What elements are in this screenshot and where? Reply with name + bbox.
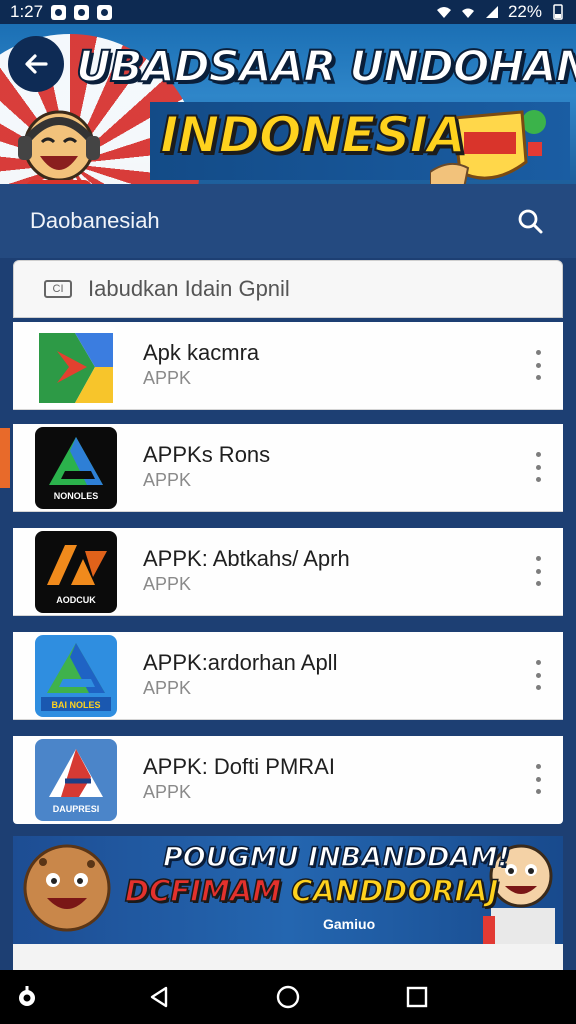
page-title: Daobanesiah bbox=[30, 208, 160, 233]
battery-level: 22% bbox=[507, 2, 542, 21]
back-button[interactable] bbox=[8, 36, 64, 92]
ad-subheadline-red: DCFIMAM bbox=[124, 873, 282, 909]
input-tag-icon: CI bbox=[44, 280, 72, 298]
app-type: APPK bbox=[143, 470, 192, 490]
more-vert-dot bbox=[535, 685, 541, 690]
recents-button[interactable] bbox=[402, 982, 432, 1012]
app-type: APPK bbox=[143, 368, 192, 388]
app-name: APPK: Dofti PMRAI bbox=[143, 754, 335, 779]
app-type: APPK bbox=[143, 574, 192, 594]
status-time: 1:27 bbox=[10, 2, 44, 21]
cookie-mascot-illustration bbox=[23, 844, 111, 932]
signal-icon bbox=[485, 6, 498, 18]
more-vert-dot bbox=[535, 464, 541, 470]
green-a-icon: NONOLES bbox=[35, 427, 117, 509]
battery-icon bbox=[553, 4, 563, 20]
more-vert-icon bbox=[535, 764, 541, 769]
list-item[interactable]: BAI NOLES APPK:ardorhan Apll APPK bbox=[13, 632, 563, 720]
ad-caption: Gamiuo bbox=[323, 916, 376, 932]
arrow-left-icon bbox=[25, 54, 48, 74]
more-vert-dot bbox=[535, 477, 541, 482]
mascot-illustration bbox=[18, 110, 100, 184]
home-button[interactable] bbox=[273, 982, 303, 1012]
list-item[interactable]: Apk kacmra APPK bbox=[13, 322, 563, 410]
more-vert-dot bbox=[535, 375, 541, 380]
wifi-strength-icon bbox=[461, 8, 474, 18]
more-vert-dot bbox=[535, 789, 541, 794]
google-drive-style-icon bbox=[35, 325, 117, 407]
icon-label: DAUPRESI bbox=[53, 804, 100, 814]
app-name: APPK:ardorhan Apll bbox=[143, 650, 338, 675]
icon-label: NONOLES bbox=[54, 491, 99, 501]
icon-label: BAI NOLES bbox=[51, 700, 100, 710]
search-button[interactable] bbox=[514, 205, 546, 237]
icon-label: AODCUK bbox=[56, 595, 96, 605]
notification-icon bbox=[51, 4, 67, 20]
back-nav-button[interactable] bbox=[144, 982, 174, 1012]
more-options-button[interactable] bbox=[531, 350, 545, 380]
scroll-indicator bbox=[0, 428, 10, 488]
ad-headline: POUGMU INBANDDAM! bbox=[162, 841, 510, 874]
status-bar: 1:27 22% bbox=[0, 0, 576, 24]
more-vert-dot bbox=[535, 672, 541, 678]
app-notification-icon bbox=[74, 4, 90, 20]
orange-a-icon: AODCUK bbox=[35, 531, 117, 613]
more-vert-dot bbox=[535, 568, 541, 574]
app-header: Daobanesiah bbox=[0, 184, 576, 258]
app-name: APPKs Rons bbox=[143, 442, 271, 467]
recents-square-icon bbox=[406, 986, 428, 1008]
more-options-button[interactable] bbox=[531, 660, 545, 690]
app-type: APPK bbox=[143, 782, 192, 802]
list-item[interactable]: DAUPRESI APPK: Dofti PMRAI APPK bbox=[13, 736, 563, 824]
list-item[interactable]: AODCUK APPK: Abtkahs/ Aprh APPK bbox=[13, 528, 563, 616]
assistant-button[interactable] bbox=[14, 984, 40, 1010]
media-notification-icon bbox=[97, 4, 113, 20]
red-blue-a-icon: DAUPRESI bbox=[35, 739, 117, 821]
banner-subtitle: INDONESIA bbox=[159, 105, 467, 165]
ad-subheadline-yellow: CANDDORIAJ bbox=[290, 873, 499, 909]
ad-subheadline: DCFIMAM CANDDORIAJ bbox=[124, 873, 499, 909]
more-options-button[interactable] bbox=[531, 556, 545, 586]
banner-title: UBADSAAR UNDOHAN bbox=[75, 41, 576, 93]
more-vert-icon bbox=[535, 452, 541, 457]
app-list-card: CI Apk kacmra APPK NONOLE bbox=[13, 260, 563, 828]
app-type: APPK bbox=[143, 678, 192, 698]
more-vert-dot bbox=[535, 581, 541, 586]
assistant-icon bbox=[19, 986, 35, 1006]
more-vert-icon bbox=[535, 556, 541, 561]
search-field[interactable]: CI bbox=[13, 260, 563, 318]
more-options-button[interactable] bbox=[531, 764, 545, 794]
navigation-bar bbox=[0, 970, 576, 1024]
wifi-icon bbox=[436, 7, 451, 18]
more-options-button[interactable] bbox=[531, 452, 545, 482]
search-icon bbox=[518, 209, 543, 234]
top-banner[interactable]: UBADSAAR UNDOHAN INDONESIA bbox=[0, 24, 576, 184]
more-vert-icon bbox=[535, 660, 541, 665]
list-item[interactable]: NONOLES APPKs Rons APPK bbox=[13, 424, 563, 512]
ad-banner[interactable]: POUGMU INBANDDAM! DCFIMAM CANDDORIAJ Gam… bbox=[13, 836, 563, 944]
app-name: Apk kacmra bbox=[143, 340, 260, 365]
more-vert-icon bbox=[535, 350, 541, 355]
app-name: APPK: Abtkahs/ Aprh bbox=[143, 546, 350, 571]
more-vert-dot bbox=[535, 362, 541, 368]
search-input[interactable] bbox=[88, 276, 488, 302]
partial-list-item[interactable] bbox=[13, 944, 563, 970]
blue-a-icon: BAI NOLES bbox=[35, 635, 117, 717]
triangle-back-icon bbox=[150, 986, 168, 1008]
more-vert-dot bbox=[535, 776, 541, 782]
home-circle-icon bbox=[276, 985, 300, 1009]
